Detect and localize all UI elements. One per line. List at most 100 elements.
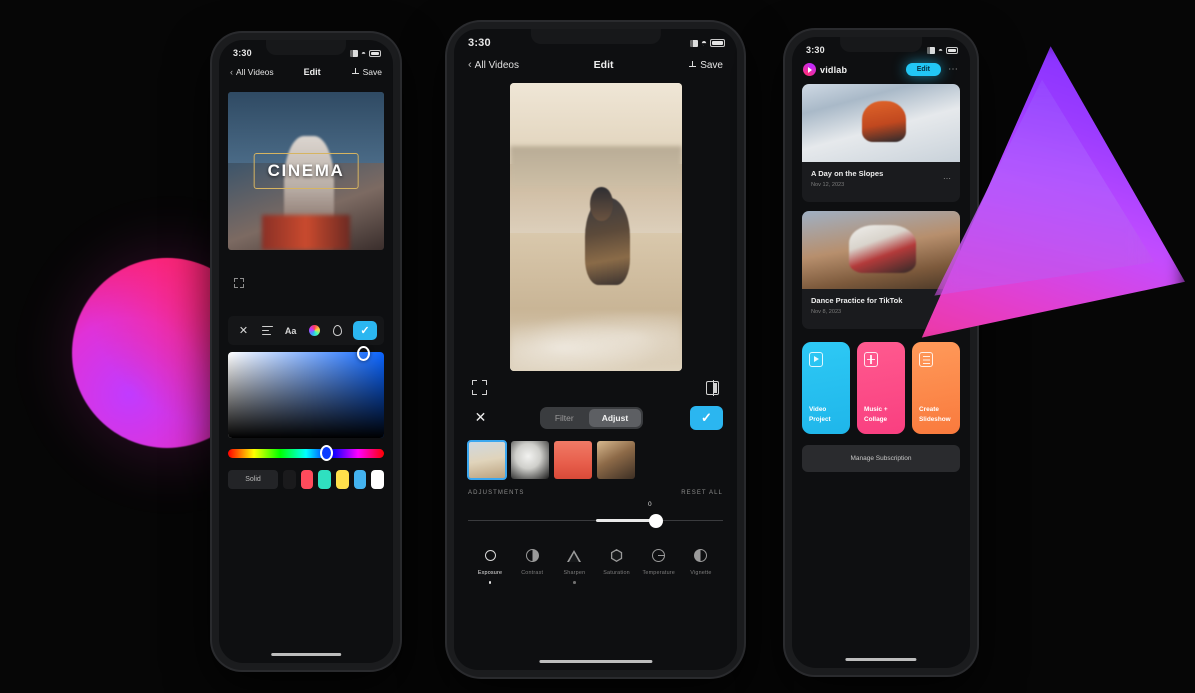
back-label: All Videos (474, 59, 519, 71)
preview-sea (509, 146, 682, 187)
save-button[interactable]: Save (351, 67, 382, 77)
wifi-icon: ◓ (361, 48, 366, 58)
tool-vignette[interactable]: Vignette (681, 546, 721, 584)
cancel-button[interactable]: ✕ (468, 405, 493, 430)
save-label: Save (362, 67, 382, 77)
saturation-value-area[interactable] (228, 346, 384, 438)
collage-icon (864, 352, 878, 367)
video-icon (809, 352, 823, 367)
brand: vidlab (803, 63, 847, 76)
picker-mode-label[interactable]: Solid (228, 470, 278, 489)
action-music-collage[interactable]: Music + Collage (857, 342, 905, 434)
crop-icon[interactable] (234, 278, 244, 288)
download-icon (688, 60, 697, 70)
swatch-5[interactable] (353, 470, 367, 489)
action-create-slideshow[interactable]: Create Slideshow (912, 342, 960, 434)
phone-left: 3:30 ◓ ‹ All Videos Edit Save CINEMA ✕ A… (212, 33, 400, 670)
battery-icon (369, 49, 381, 57)
text-toolbar: ✕ Aa ✓ (228, 316, 384, 345)
tab-filter[interactable]: Filter (542, 409, 587, 427)
tool-indicator (700, 581, 703, 584)
hue-knob[interactable] (320, 445, 334, 461)
decorative-triangle (905, 40, 1185, 350)
action-label: Video Project (809, 406, 831, 423)
swatch-2[interactable] (300, 470, 314, 489)
save-label: Save (700, 59, 723, 71)
tool-contrast[interactable]: Contrast (512, 546, 552, 584)
action-video-project[interactable]: Video Project (802, 342, 850, 434)
status-icons: ◓ (689, 37, 725, 49)
chevron-left-icon: ‹ (230, 67, 233, 77)
page-title: Edit (593, 59, 614, 71)
triangle-icon (565, 546, 584, 565)
clip-thumbnail-4[interactable] (597, 441, 635, 479)
phone-left-screen: 3:30 ◓ ‹ All Videos Edit Save CINEMA ✕ A… (219, 40, 393, 663)
slider-knob[interactable] (649, 514, 664, 528)
opacity-icon[interactable] (329, 322, 346, 339)
back-button[interactable]: ‹ All Videos (230, 67, 274, 77)
tool-indicator (488, 581, 492, 584)
back-button[interactable]: ‹ All Videos (468, 59, 519, 71)
manage-subscription-button[interactable]: Manage Subscription (802, 445, 960, 472)
tool-label: Exposure (477, 570, 503, 576)
tool-sharpen[interactable]: Sharpen (554, 546, 594, 584)
vignette-icon (691, 546, 710, 565)
crop-icon[interactable] (472, 380, 487, 395)
confirm-button[interactable]: ✓ (352, 321, 377, 340)
page-title: Edit (303, 67, 321, 77)
status-time: 3:30 (806, 45, 825, 55)
signal-icon (689, 39, 698, 47)
tool-temperature[interactable]: Temperature (639, 546, 679, 584)
tool-indicator (615, 581, 618, 584)
chevron-left-icon: ‹ (468, 59, 472, 71)
reset-all-button[interactable]: RESET ALL (681, 490, 723, 496)
contrast-icon (523, 546, 542, 565)
action-cards: Video Project Music + Collage Create Sli… (792, 338, 970, 434)
status-icons: ◓ (350, 49, 381, 58)
clip-thumbnail-3[interactable] (554, 441, 592, 479)
adjust-section-label: ADJUSTMENTS (468, 490, 525, 496)
align-icon[interactable] (259, 322, 276, 339)
action-label: Create Slideshow (919, 406, 951, 423)
clip-thumbnail-2[interactable] (511, 441, 549, 479)
palette-icon[interactable] (306, 322, 323, 339)
video-preview[interactable]: CINEMA (228, 92, 384, 250)
tool-label: Vignette (690, 570, 712, 576)
swatch-1[interactable] (283, 470, 296, 489)
tool-label: Contrast (521, 570, 544, 576)
confirm-button[interactable]: ✓ (690, 405, 723, 430)
sun-icon (481, 546, 500, 565)
preview-subject-head (590, 186, 613, 222)
tab-adjust[interactable]: Adjust (588, 408, 642, 427)
canvas-tools (454, 371, 737, 399)
tool-saturation[interactable]: Saturation (597, 546, 637, 584)
swatch-6[interactable] (371, 470, 385, 489)
wifi-icon: ◓ (700, 37, 707, 49)
notch (265, 40, 347, 55)
text-overlay-selection[interactable]: CINEMA (253, 153, 359, 189)
adjust-slider[interactable]: 0 (468, 501, 723, 529)
video-preview[interactable] (509, 83, 682, 371)
compare-icon[interactable] (706, 379, 719, 396)
swatch-4[interactable] (336, 470, 349, 489)
save-button[interactable]: Save (688, 60, 723, 71)
close-icon[interactable]: ✕ (235, 322, 252, 339)
download-icon (351, 67, 360, 77)
preview-foam (509, 313, 682, 371)
swatch-3[interactable] (318, 470, 332, 489)
notch (530, 29, 661, 44)
phone-mid-screen: 3:30 ◓ ‹ All Videos Edit Save ✕ Filter A… (454, 29, 737, 670)
phone-mid: 3:30 ◓ ‹ All Videos Edit Save ✕ Filter A… (447, 22, 744, 677)
status-time: 3:30 (468, 37, 491, 49)
adjust-tools: Exposure Contrast Sharpen Saturation Tem… (454, 529, 737, 584)
slider-fill (595, 519, 652, 523)
sv-knob[interactable] (357, 346, 370, 361)
tool-exposure[interactable]: Exposure (470, 546, 510, 584)
swatch-row: Solid (228, 470, 385, 489)
clip-thumbnail-1[interactable] (467, 440, 507, 480)
nav-bar: ‹ All Videos Edit Save (219, 60, 393, 86)
battery-icon (710, 39, 725, 47)
hue-slider[interactable] (228, 445, 384, 461)
font-icon[interactable]: Aa (282, 322, 299, 339)
signal-icon (350, 49, 359, 57)
